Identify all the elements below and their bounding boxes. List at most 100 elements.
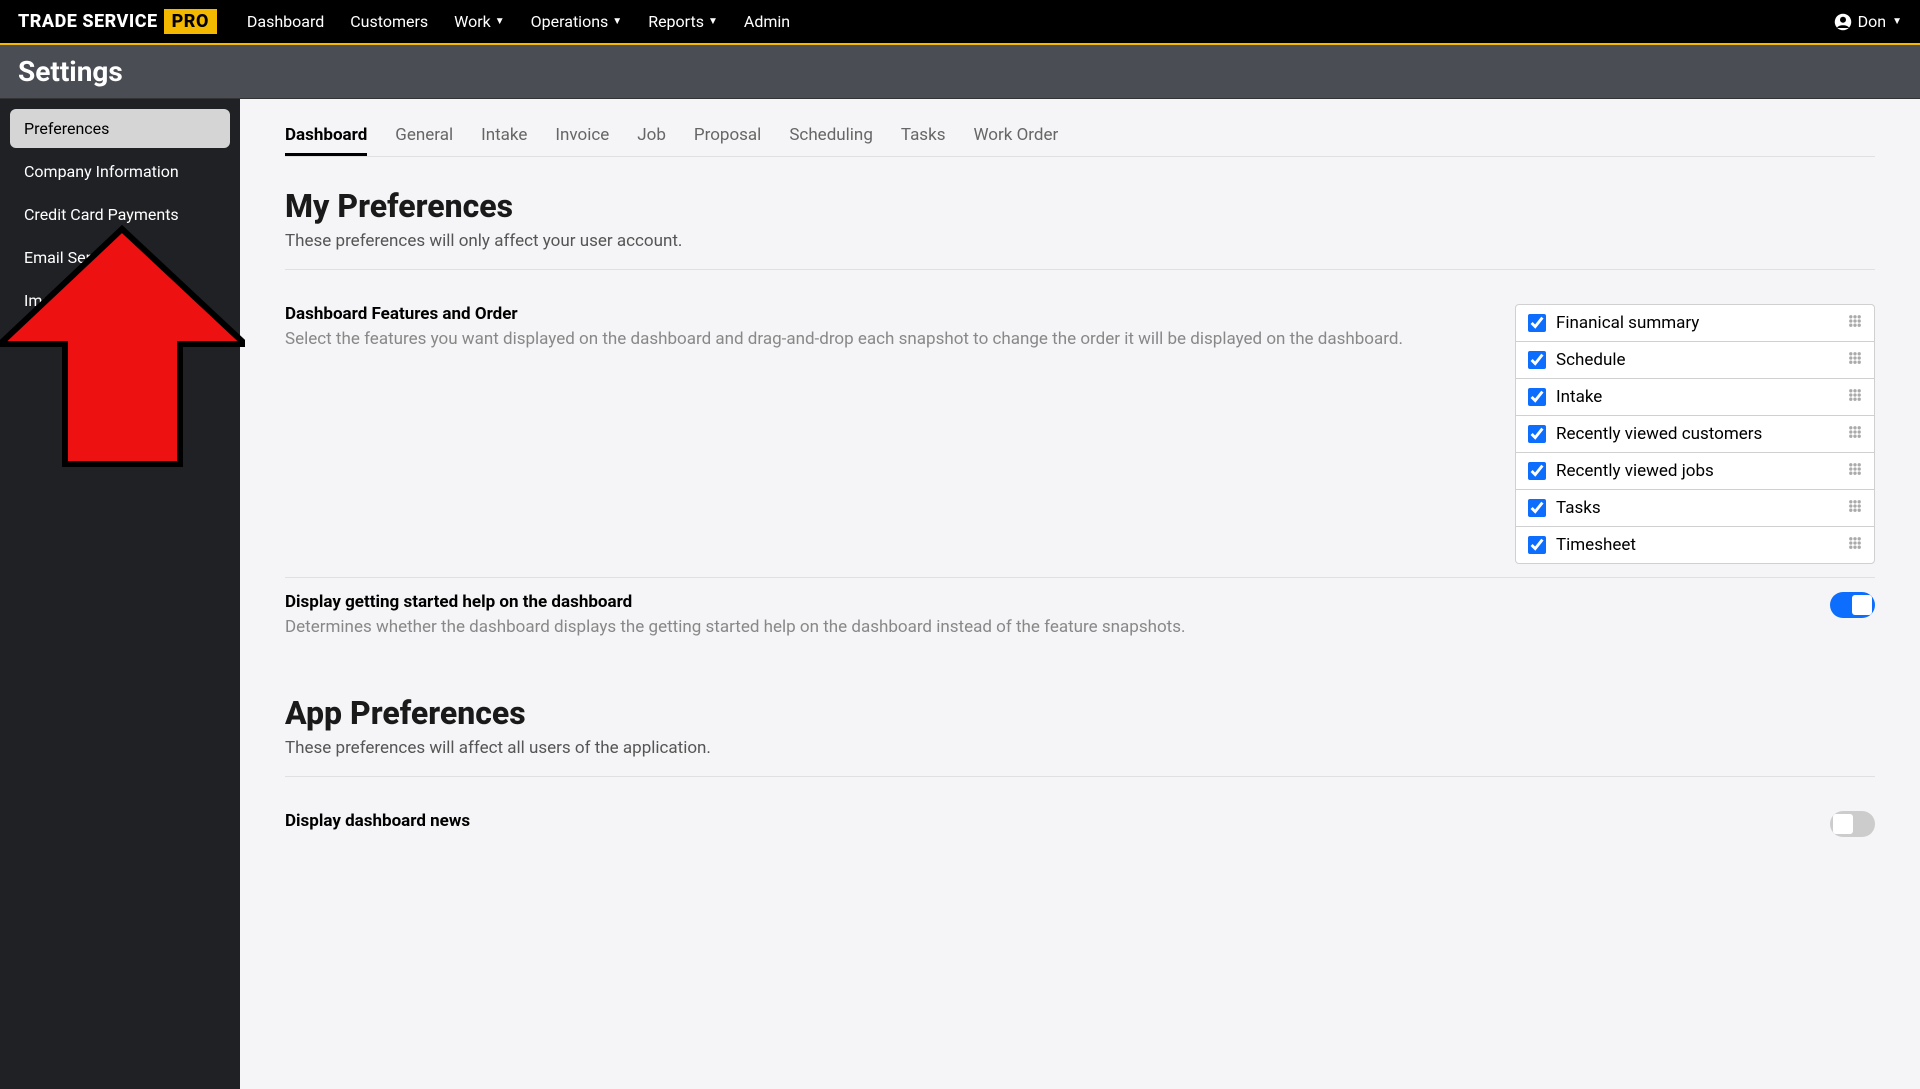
tab-general[interactable]: General: [395, 117, 453, 156]
getting-started-title: Display getting started help on the dash…: [285, 592, 1475, 612]
feature-label: Schedule: [1556, 350, 1625, 370]
feature-label: Timesheet: [1556, 535, 1636, 555]
feature-item[interactable]: Tasks: [1515, 489, 1875, 527]
nav-customers[interactable]: Customers: [350, 12, 428, 31]
user-icon: [1834, 13, 1852, 31]
nav-dashboard[interactable]: Dashboard: [247, 12, 324, 31]
sidebar-item-label: Credit Card Payments: [24, 205, 179, 224]
nav-admin[interactable]: Admin: [744, 12, 790, 31]
tab-label: Intake: [481, 125, 527, 145]
features-title: Dashboard Features and Order: [285, 304, 1475, 324]
features-desc: Select the features you want displayed o…: [285, 328, 1475, 352]
tab-label: Work Order: [973, 125, 1058, 145]
feature-checkbox[interactable]: [1528, 462, 1546, 480]
feature-checkbox[interactable]: [1528, 351, 1546, 369]
divider: [285, 269, 1875, 270]
nav-operations[interactable]: Operations▼: [531, 12, 623, 31]
drag-handle-icon[interactable]: [1848, 535, 1862, 555]
getting-started-desc: Determines whether the dashboard display…: [285, 616, 1475, 640]
feature-item[interactable]: Timesheet: [1515, 526, 1875, 564]
page-header: Settings: [0, 45, 1920, 99]
user-menu[interactable]: Don ▼: [1834, 12, 1902, 31]
tab-dashboard[interactable]: Dashboard: [285, 117, 367, 156]
getting-started-toggle[interactable]: [1830, 592, 1875, 618]
drag-handle-icon[interactable]: [1848, 424, 1862, 444]
pref-getting-started-row: Display getting started help on the dash…: [285, 577, 1875, 654]
feature-item[interactable]: Recently viewed jobs: [1515, 452, 1875, 490]
feature-checkbox[interactable]: [1528, 314, 1546, 332]
feature-label: Recently viewed customers: [1556, 424, 1762, 444]
tab-tasks[interactable]: Tasks: [901, 117, 946, 156]
drag-handle-icon[interactable]: [1848, 387, 1862, 407]
tab-label: Proposal: [694, 125, 761, 145]
chevron-down-icon: ▼: [612, 16, 622, 27]
feature-label: Tasks: [1556, 498, 1601, 518]
sidebar-item-credit-card-payments[interactable]: Credit Card Payments: [10, 195, 230, 234]
chevron-down-icon: ▼: [708, 16, 718, 27]
drag-handle-icon[interactable]: [1848, 350, 1862, 370]
tabs: Dashboard General Intake Invoice Job Pro…: [285, 117, 1875, 157]
sidebar-item-preferences[interactable]: Preferences: [10, 109, 230, 148]
main-content: Dashboard General Intake Invoice Job Pro…: [240, 99, 1920, 1089]
sidebar-item-label: Preferences: [24, 119, 109, 138]
feature-list: Finanical summary Schedule Intake: [1515, 304, 1875, 563]
feature-label: Intake: [1556, 387, 1602, 407]
sidebar-item-label: Images: [24, 291, 77, 310]
my-preferences-heading: My Preferences: [285, 187, 1875, 225]
sidebar-item-company-information[interactable]: Company Information: [10, 152, 230, 191]
tab-invoice[interactable]: Invoice: [555, 117, 609, 156]
feature-checkbox[interactable]: [1528, 536, 1546, 554]
nav-links: Dashboard Customers Work▼ Operations▼ Re…: [247, 12, 790, 31]
chevron-down-icon: ▼: [1892, 16, 1902, 27]
nav-work-label: Work: [454, 12, 491, 31]
nav-operations-label: Operations: [531, 12, 609, 31]
tab-work-order[interactable]: Work Order: [973, 117, 1058, 156]
sidebar-item-email-server[interactable]: Email Server: [10, 238, 230, 277]
nav-customers-label: Customers: [350, 12, 428, 31]
app-preferences-sub: These preferences will affect all users …: [285, 738, 1875, 758]
nav-admin-label: Admin: [744, 12, 790, 31]
dashboard-news-title: Display dashboard news: [285, 811, 1475, 831]
tab-scheduling[interactable]: Scheduling: [789, 117, 873, 156]
pref-features-row: Dashboard Features and Order Select the …: [285, 290, 1875, 577]
dashboard-news-toggle[interactable]: [1830, 811, 1875, 837]
sidebar-item-label: Email Server: [24, 248, 113, 267]
sidebar: Preferences Company Information Credit C…: [0, 99, 240, 1089]
logo-text: TRADE SERVICE: [18, 11, 158, 32]
feature-item[interactable]: Schedule: [1515, 341, 1875, 379]
nav-reports[interactable]: Reports ▼: [648, 12, 718, 31]
user-name: Don: [1858, 12, 1886, 31]
nav-dashboard-label: Dashboard: [247, 12, 324, 31]
top-nav: TRADE SERVICE PRO Dashboard Customers Wo…: [0, 0, 1920, 45]
feature-item[interactable]: Finanical summary: [1515, 304, 1875, 342]
tab-label: Dashboard: [285, 125, 367, 145]
tab-label: Scheduling: [789, 125, 873, 145]
divider: [285, 776, 1875, 777]
tab-proposal[interactable]: Proposal: [694, 117, 761, 156]
tab-label: Tasks: [901, 125, 946, 145]
feature-item[interactable]: Recently viewed customers: [1515, 415, 1875, 453]
feature-item[interactable]: Intake: [1515, 378, 1875, 416]
tab-label: Invoice: [555, 125, 609, 145]
drag-handle-icon[interactable]: [1848, 498, 1862, 518]
chevron-down-icon: ▼: [495, 16, 505, 27]
tab-label: General: [395, 125, 453, 145]
nav-work[interactable]: Work ▼: [454, 12, 505, 31]
drag-handle-icon[interactable]: [1848, 313, 1862, 333]
feature-checkbox[interactable]: [1528, 388, 1546, 406]
sidebar-item-images[interactable]: Images: [10, 281, 230, 320]
pref-dashboard-news-row: Display dashboard news: [285, 797, 1875, 851]
nav-reports-label: Reports: [648, 12, 704, 31]
tab-label: Job: [637, 125, 666, 145]
page-title: Settings: [18, 55, 1902, 88]
sidebar-item-label: Company Information: [24, 162, 179, 181]
feature-checkbox[interactable]: [1528, 425, 1546, 443]
feature-label: Finanical summary: [1556, 313, 1699, 333]
tab-job[interactable]: Job: [637, 117, 666, 156]
logo-pro: PRO: [164, 9, 217, 34]
my-preferences-sub: These preferences will only affect your …: [285, 231, 1875, 251]
feature-checkbox[interactable]: [1528, 499, 1546, 517]
tab-intake[interactable]: Intake: [481, 117, 527, 156]
feature-label: Recently viewed jobs: [1556, 461, 1714, 481]
drag-handle-icon[interactable]: [1848, 461, 1862, 481]
